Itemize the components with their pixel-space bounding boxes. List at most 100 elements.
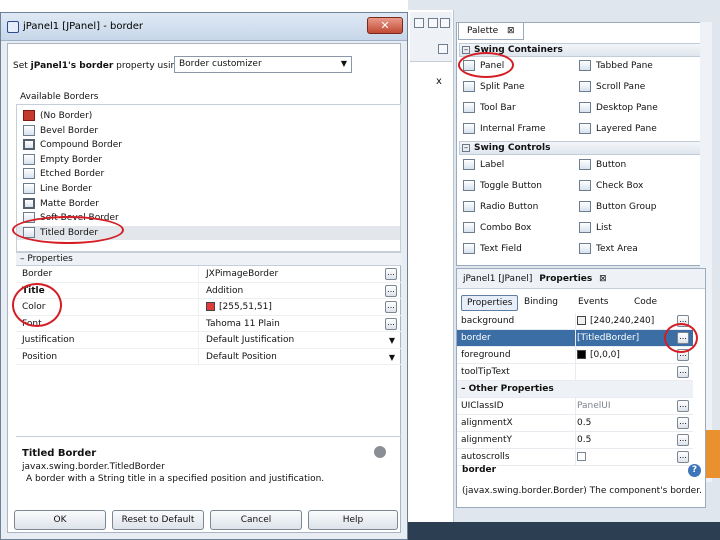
ellipsis-button[interactable]: ... [385,268,397,280]
close-icon[interactable]: ⊠ [507,26,515,36]
property-row[interactable]: border [TitledBorder]... [457,330,693,347]
column-divider [575,449,576,465]
dialog-titlebar: jPanel1 [JPanel] - border ✕ [1,13,407,41]
border-list-item[interactable]: Matte Border [23,197,99,211]
property-row[interactable]: background [240,240,240]... [457,313,693,330]
help-button[interactable]: Help [308,510,398,530]
chevron-down-icon[interactable]: ▼ [389,336,395,345]
border-list-item[interactable]: Titled Border [17,225,400,240]
editor-area[interactable] [408,10,454,522]
ellipsis-button[interactable]: ... [677,417,689,429]
property-row[interactable]: alignmentY 0.5... [457,432,693,449]
ellipsis-button[interactable]: ... [677,434,689,446]
palette-item[interactable]: Toggle Button [463,179,542,193]
status-bar [408,522,720,540]
borders-list: (No Border) Bevel Border Compound Border Em… [16,104,401,252]
ellipsis-button[interactable]: ... [677,366,689,378]
property-row[interactable]: Justification Default Justification ▼ [16,332,401,349]
border-list-item[interactable]: Bevel Border [23,124,98,138]
tab-events[interactable]: Events [573,295,613,311]
category-swing-containers[interactable]: – Swing Containers [459,43,705,57]
ellipsis-button[interactable]: ... [677,349,689,361]
palette-item[interactable]: Check Box [579,179,643,193]
cancel-button[interactable]: Cancel [210,510,302,530]
property-name: Justification [22,335,75,345]
border-list-item[interactable]: Soft Bevel Border [23,211,119,225]
dialog-close-button[interactable]: ✕ [367,17,403,34]
property-row[interactable]: foreground [0,0,0]... [457,347,693,364]
property-category[interactable]: – Other Properties [457,381,693,398]
property-row[interactable]: Font Tahoma 11 Plain... [16,315,401,332]
palette-item[interactable]: Text Area [579,242,638,256]
border-list-item[interactable]: Empty Border [23,153,102,167]
palette-item[interactable]: Button Group [579,200,656,214]
ellipsis-button[interactable]: ... [677,400,689,412]
help-icon[interactable]: ? [688,464,701,477]
property-row[interactable]: toolTipText... [457,364,693,381]
border-list-item[interactable]: Compound Border [23,138,122,152]
palette-item[interactable]: Layered Pane [579,122,657,136]
color-swatch [206,302,215,311]
palette-item[interactable]: Tabbed Pane [579,59,653,73]
properties-section-header[interactable]: – Properties [16,252,401,266]
border-list-item[interactable]: Etched Border [23,167,104,181]
property-row[interactable]: Border JXPimageBorder... [16,266,401,283]
palette-item[interactable]: Tool Bar [463,101,516,115]
palette-item[interactable]: Combo Box [463,221,531,235]
palette-item[interactable]: Text Field [463,242,522,256]
component-icon [463,180,475,191]
border-list-item[interactable]: (No Border) [23,109,92,123]
tab-code[interactable]: Code [629,295,662,311]
ellipsis-button[interactable]: ... [677,451,689,463]
set-property-label: Set jPanel1's border property using: [13,61,185,71]
editor-close-mark[interactable]: x [436,76,442,87]
category-swing-controls[interactable]: – Swing Controls [459,141,705,155]
property-row[interactable]: Title Addition... [16,282,401,299]
property-row[interactable]: Color [255,51,51]... [16,299,401,316]
palette-item[interactable]: Button [579,158,626,172]
toolbar-icon[interactable] [428,18,438,28]
chevron-down-icon[interactable]: ▼ [389,353,395,362]
available-borders-label: Available Borders [20,92,99,102]
grid-icon[interactable] [438,44,448,54]
palette-item[interactable]: List [579,221,612,235]
palette-item[interactable]: Desktop Pane [579,101,658,115]
tab-binding[interactable]: Binding [519,295,563,311]
ellipsis-button[interactable]: ... [385,301,397,313]
palette-item[interactable]: Radio Button [463,200,538,214]
ellipsis-button[interactable]: ... [677,315,689,327]
component-icon [463,222,475,233]
close-icon[interactable]: ⊠ [599,274,607,284]
palette-item[interactable]: Scroll Pane [579,80,645,94]
component-icon [579,60,591,71]
border-icon [23,153,35,165]
property-row[interactable]: UIClassID PanelUI... [457,398,693,415]
checkbox[interactable] [577,452,586,461]
column-divider [198,282,199,298]
border-icon [23,183,35,194]
property-name: background [461,316,515,326]
palette-tab[interactable]: Palette ⊠ [458,22,524,40]
property-name: Border [22,269,53,279]
no-border-icon [23,110,35,121]
ellipsis-button[interactable]: ... [385,317,397,330]
palette-item[interactable]: Split Pane [463,80,525,94]
property-row[interactable]: alignmentX 0.5... [457,415,693,432]
ellipsis-button[interactable]: ... [385,284,397,297]
toolbar-icon[interactable] [414,18,424,28]
property-value: [TitledBorder] [577,333,640,343]
reset-to-default-button[interactable]: Reset to Default [112,510,204,530]
property-value: Addition [206,285,244,296]
palette-item[interactable]: Label [463,158,504,172]
toolbar-icon[interactable] [440,18,450,28]
tab-properties[interactable]: Properties [461,295,519,311]
property-row[interactable]: Position Default Position ▼ [16,348,401,365]
column-divider [575,432,576,448]
ellipsis-button[interactable]: ... [677,332,689,344]
border-list-item[interactable]: Line Border [23,182,92,196]
customizer-select[interactable]: Border customizer ▼ [174,56,352,73]
palette-item[interactable]: Panel [463,59,504,73]
property-row[interactable]: autoscrolls... [457,449,693,466]
ok-button[interactable]: OK [14,510,106,530]
palette-item[interactable]: Internal Frame [463,122,546,136]
